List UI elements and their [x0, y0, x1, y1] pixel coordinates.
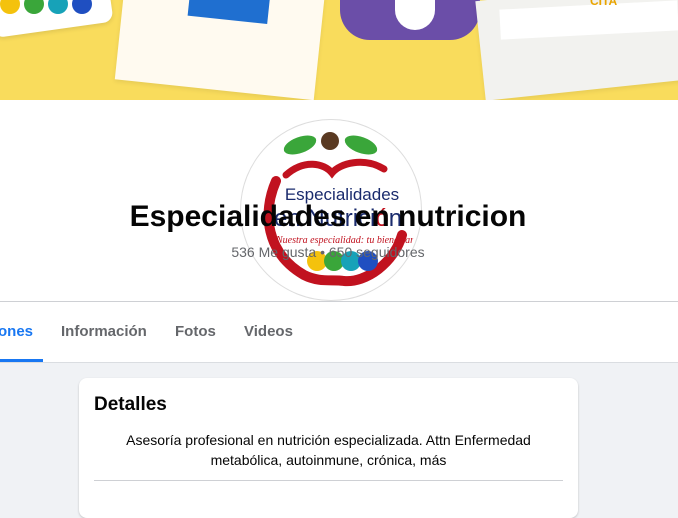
cover-text: CITA: [590, 0, 618, 8]
details-card: Detalles Asesoría profesional en nutrici…: [79, 378, 578, 518]
details-title: Detalles: [94, 394, 167, 415]
tab-videos[interactable]: Videos: [244, 302, 293, 362]
divider: [94, 480, 563, 481]
cover-photo[interactable]: CITA: [0, 0, 678, 100]
page-stats[interactable]: 536 Me gusta • 650 seguidores: [0, 244, 656, 260]
details-description: Asesoría profesional en nutrición especi…: [126, 432, 531, 468]
tab-informacion[interactable]: Información: [61, 302, 147, 362]
tab-fotos[interactable]: Fotos: [175, 302, 216, 362]
tab-bar: ones Información Fotos Videos: [0, 302, 678, 363]
tab-publicaciones[interactable]: ones: [0, 302, 33, 362]
page-title: Especialidades en nutricion: [129, 200, 527, 233]
active-tab-indicator: [0, 359, 43, 362]
